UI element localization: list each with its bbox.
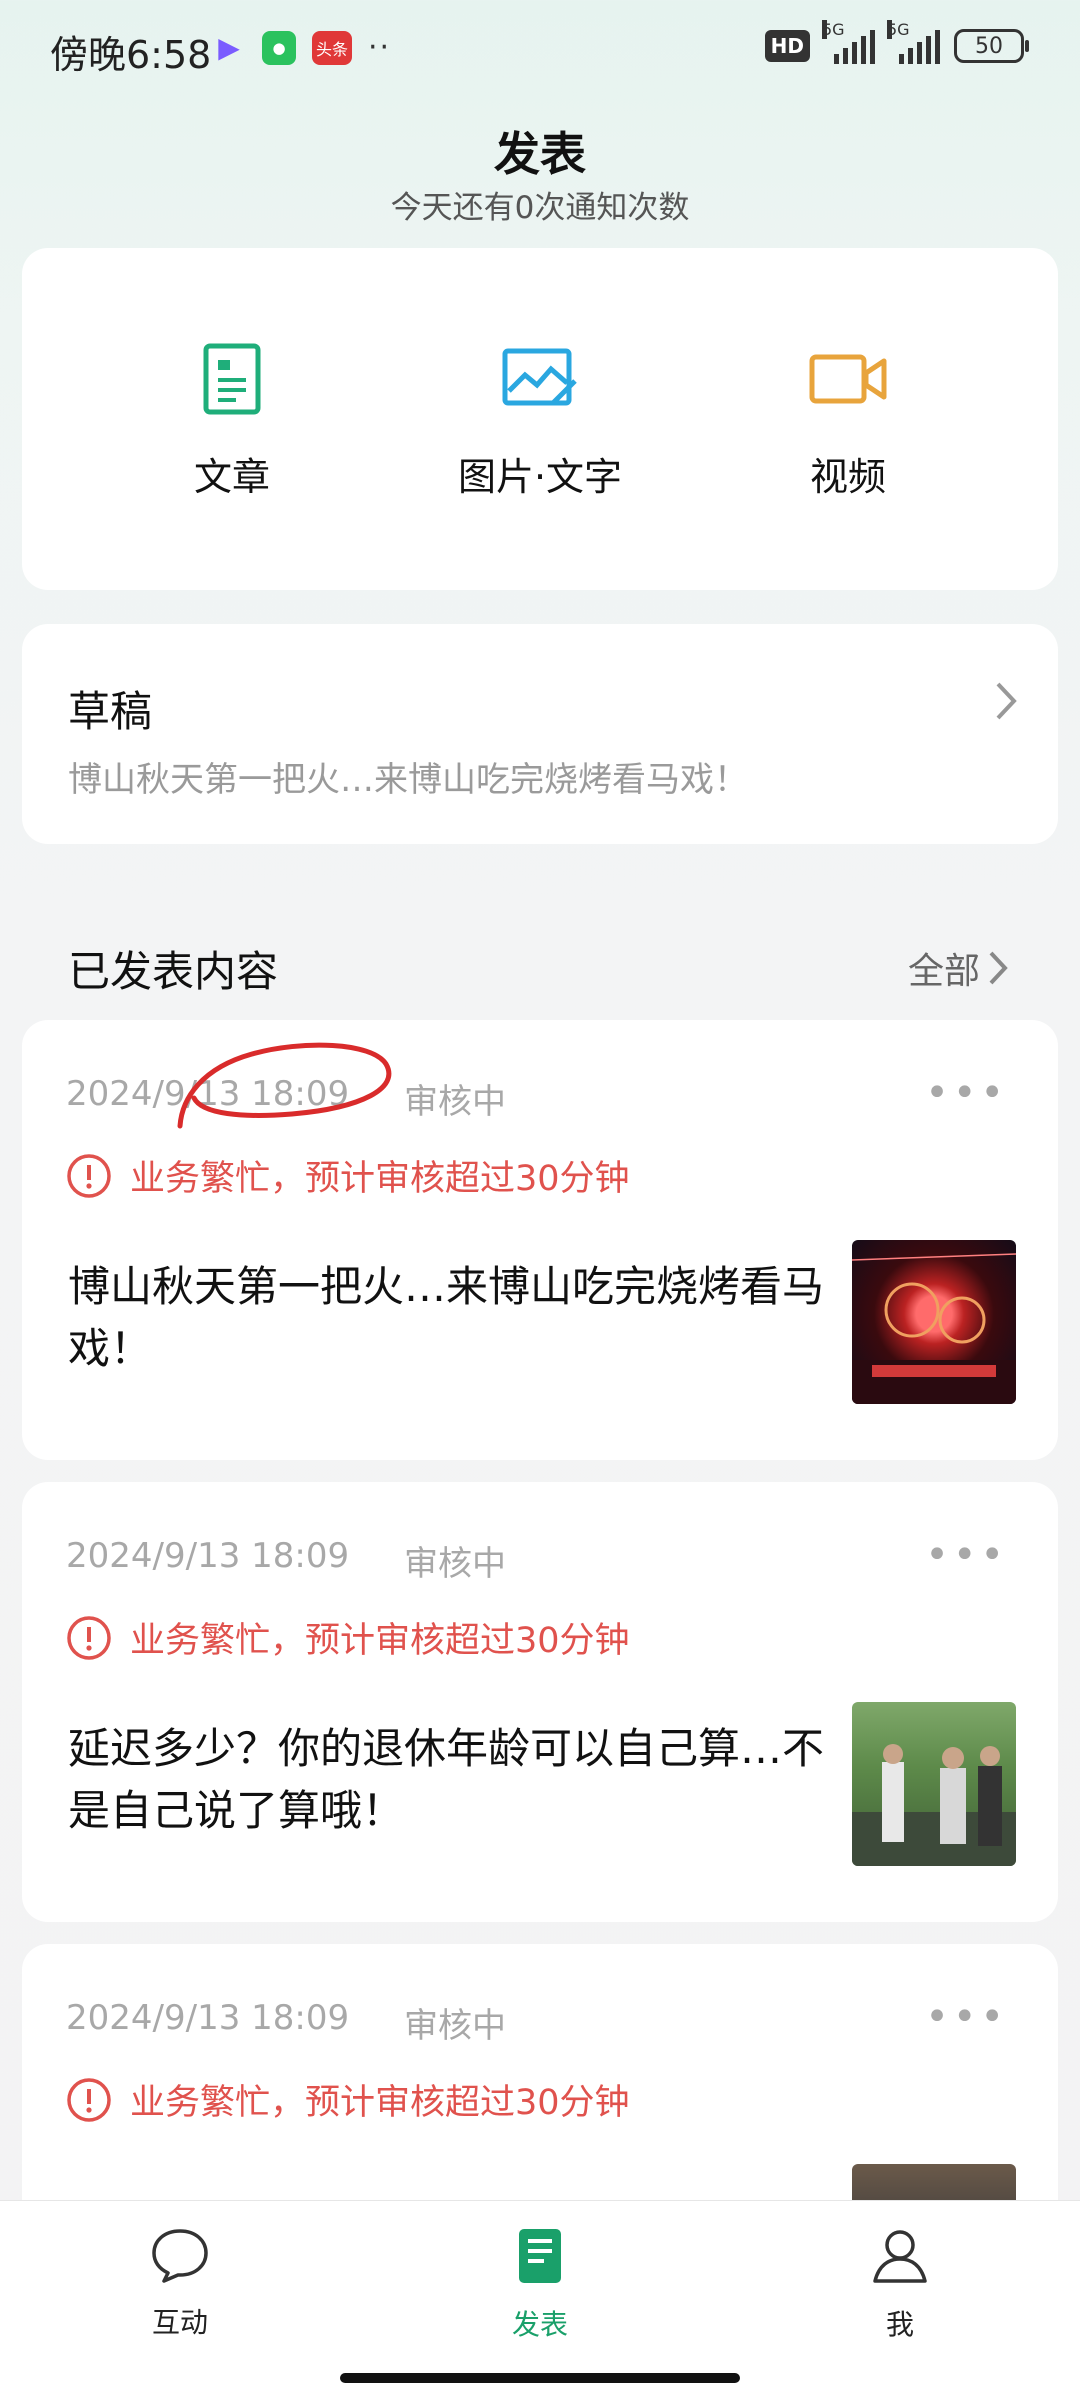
status-time: 傍晚6:58 xyxy=(50,33,212,77)
chevron-right-icon xyxy=(989,951,1008,985)
notification-count: 今天还有0次通知次数 xyxy=(390,190,690,226)
status-bar: 傍晚6:58 ▶ ● 头条 ·· HD 5G 5G 50 xyxy=(0,0,1080,100)
signal-5g-label-2: 5G xyxy=(887,20,910,39)
tab-publish[interactable]: 发表 xyxy=(440,2227,640,2343)
more-notifications-icon: ·· xyxy=(368,30,392,65)
view-all-label: 全部 xyxy=(907,951,980,992)
draft-card[interactable]: 草稿 博山秋天第一把火…来博山吃完烧烤看马戏！ xyxy=(22,624,1058,844)
post-title: 博山秋天第一把火…来博山吃完烧烤看马戏！ xyxy=(68,1262,825,1373)
post-warning-text: 业务繁忙，预计审核超过30分钟 xyxy=(130,1159,630,1199)
status-app-icons: ▶ ● 头条 ·· xyxy=(212,30,391,65)
tab-publish-label: 发表 xyxy=(511,2308,568,2341)
post-thumbnail xyxy=(852,1240,1016,1404)
tab-interaction-label: 互动 xyxy=(151,2306,208,2339)
publish-image-text-label: 图片·文字 xyxy=(457,455,623,499)
tab-me-label: 我 xyxy=(885,2308,914,2341)
draft-title: 草稿 xyxy=(68,687,153,736)
publish-article-label: 文章 xyxy=(193,455,270,499)
publish-article-button[interactable]: 文章 xyxy=(82,338,382,501)
post-warning: 业务繁忙，预计审核超过30分钟 xyxy=(66,1150,630,1201)
signal-5g-label: 5G xyxy=(822,20,845,39)
chevron-right-icon xyxy=(994,680,1018,733)
chat-bubble-icon xyxy=(152,2229,208,2283)
post-card[interactable]: 2024/9/13 18:09 审核中 ••• 业务繁忙，预计审核超过30分钟 … xyxy=(22,1482,1058,1922)
page-title: 发表 xyxy=(494,127,586,181)
publish-image-text-button[interactable]: 图片·文字 xyxy=(390,338,690,501)
draft-preview: 博山秋天第一把火…来博山吃完烧烤看马戏！ xyxy=(68,760,748,800)
signal-icon-2: 5G xyxy=(887,20,940,64)
post-date: 2024/9/13 18:09 xyxy=(66,1536,350,1576)
toutiao-icon: 头条 xyxy=(312,30,352,65)
more-options-icon[interactable]: ••• xyxy=(925,1532,1008,1578)
more-options-icon[interactable]: ••• xyxy=(925,1994,1008,2040)
hd-icon: HD xyxy=(764,30,810,62)
post-status: 审核中 xyxy=(404,1082,506,1122)
bottom-nav: 互动 发表 我 xyxy=(0,2200,1080,2401)
view-all-link[interactable]: 全部 xyxy=(908,942,1008,994)
battery-icon: 50 xyxy=(954,29,1029,63)
wechat-icon: ● xyxy=(262,30,296,65)
image-text-icon xyxy=(390,338,690,420)
post-card[interactable]: 2024/9/13 18:09 审核中 ••• 业务繁忙，预计审核超过30分钟 xyxy=(22,1944,1058,2244)
home-indicator[interactable] xyxy=(340,2373,740,2383)
play-icon: ▶ xyxy=(218,31,240,64)
post-status: 审核中 xyxy=(404,2006,506,2046)
post-status: 审核中 xyxy=(404,1544,506,1584)
published-section-title: 已发表内容 xyxy=(68,947,279,996)
warning-icon xyxy=(67,2077,111,2122)
status-right: HD 5G 5G 50 xyxy=(764,20,1029,64)
post-warning-text: 业务繁忙，预计审核超过30分钟 xyxy=(130,1621,630,1661)
tab-interaction[interactable]: 互动 xyxy=(80,2227,280,2341)
publish-doc-icon xyxy=(519,2229,561,2283)
warning-icon xyxy=(67,1153,111,1198)
publish-video-button[interactable]: 视频 xyxy=(698,338,998,501)
post-warning-text: 业务繁忙，预计审核超过30分钟 xyxy=(130,2083,630,2123)
publish-video-label: 视频 xyxy=(809,455,886,499)
post-warning: 业务繁忙，预计审核超过30分钟 xyxy=(66,2074,630,2125)
post-thumbnail xyxy=(852,1702,1016,1866)
user-icon xyxy=(873,2230,927,2283)
warning-icon xyxy=(67,1615,111,1660)
post-title: 延迟多少？你的退休年龄可以自己算…不是自己说了算哦！ xyxy=(68,1724,825,1835)
tab-me[interactable]: 我 xyxy=(800,2227,1000,2343)
article-icon xyxy=(82,338,382,420)
publish-card: 文章 图片·文字 视频 xyxy=(22,248,1058,590)
post-date: 2024/9/13 18:09 xyxy=(66,1998,350,2038)
signal-icon: 5G xyxy=(822,20,875,64)
video-icon xyxy=(698,338,998,420)
post-warning: 业务繁忙，预计审核超过30分钟 xyxy=(66,1612,630,1663)
more-options-icon[interactable]: ••• xyxy=(925,1070,1008,1116)
red-annotation-circle xyxy=(177,1042,392,1129)
